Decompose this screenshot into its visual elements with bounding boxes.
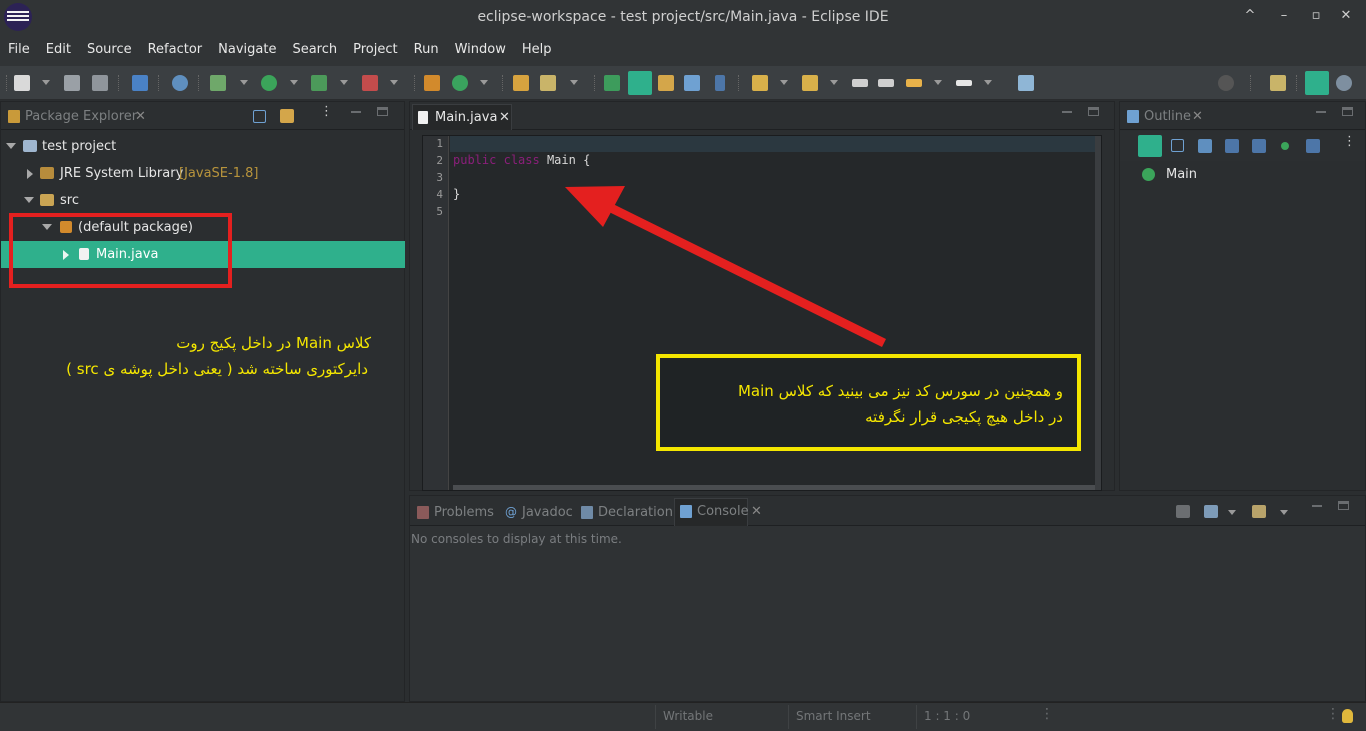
tip-lightbulb-icon[interactable] [1342, 709, 1353, 723]
status-separator-handle-icon[interactable]: ⋮ [1040, 706, 1054, 722]
status-cursor-position: 1 : 1 : 0 [924, 709, 971, 723]
status-insert-mode: Smart Insert [796, 709, 871, 723]
annotation-arrow [565, 186, 886, 348]
arrow-shaft [603, 200, 886, 348]
status-writable: Writable [663, 709, 713, 723]
status-separator-handle-icon[interactable]: ⋮ [1326, 706, 1340, 722]
status-bar: Writable Smart Insert 1 : 1 : 0 ⋮ ⋮ [0, 702, 1366, 731]
